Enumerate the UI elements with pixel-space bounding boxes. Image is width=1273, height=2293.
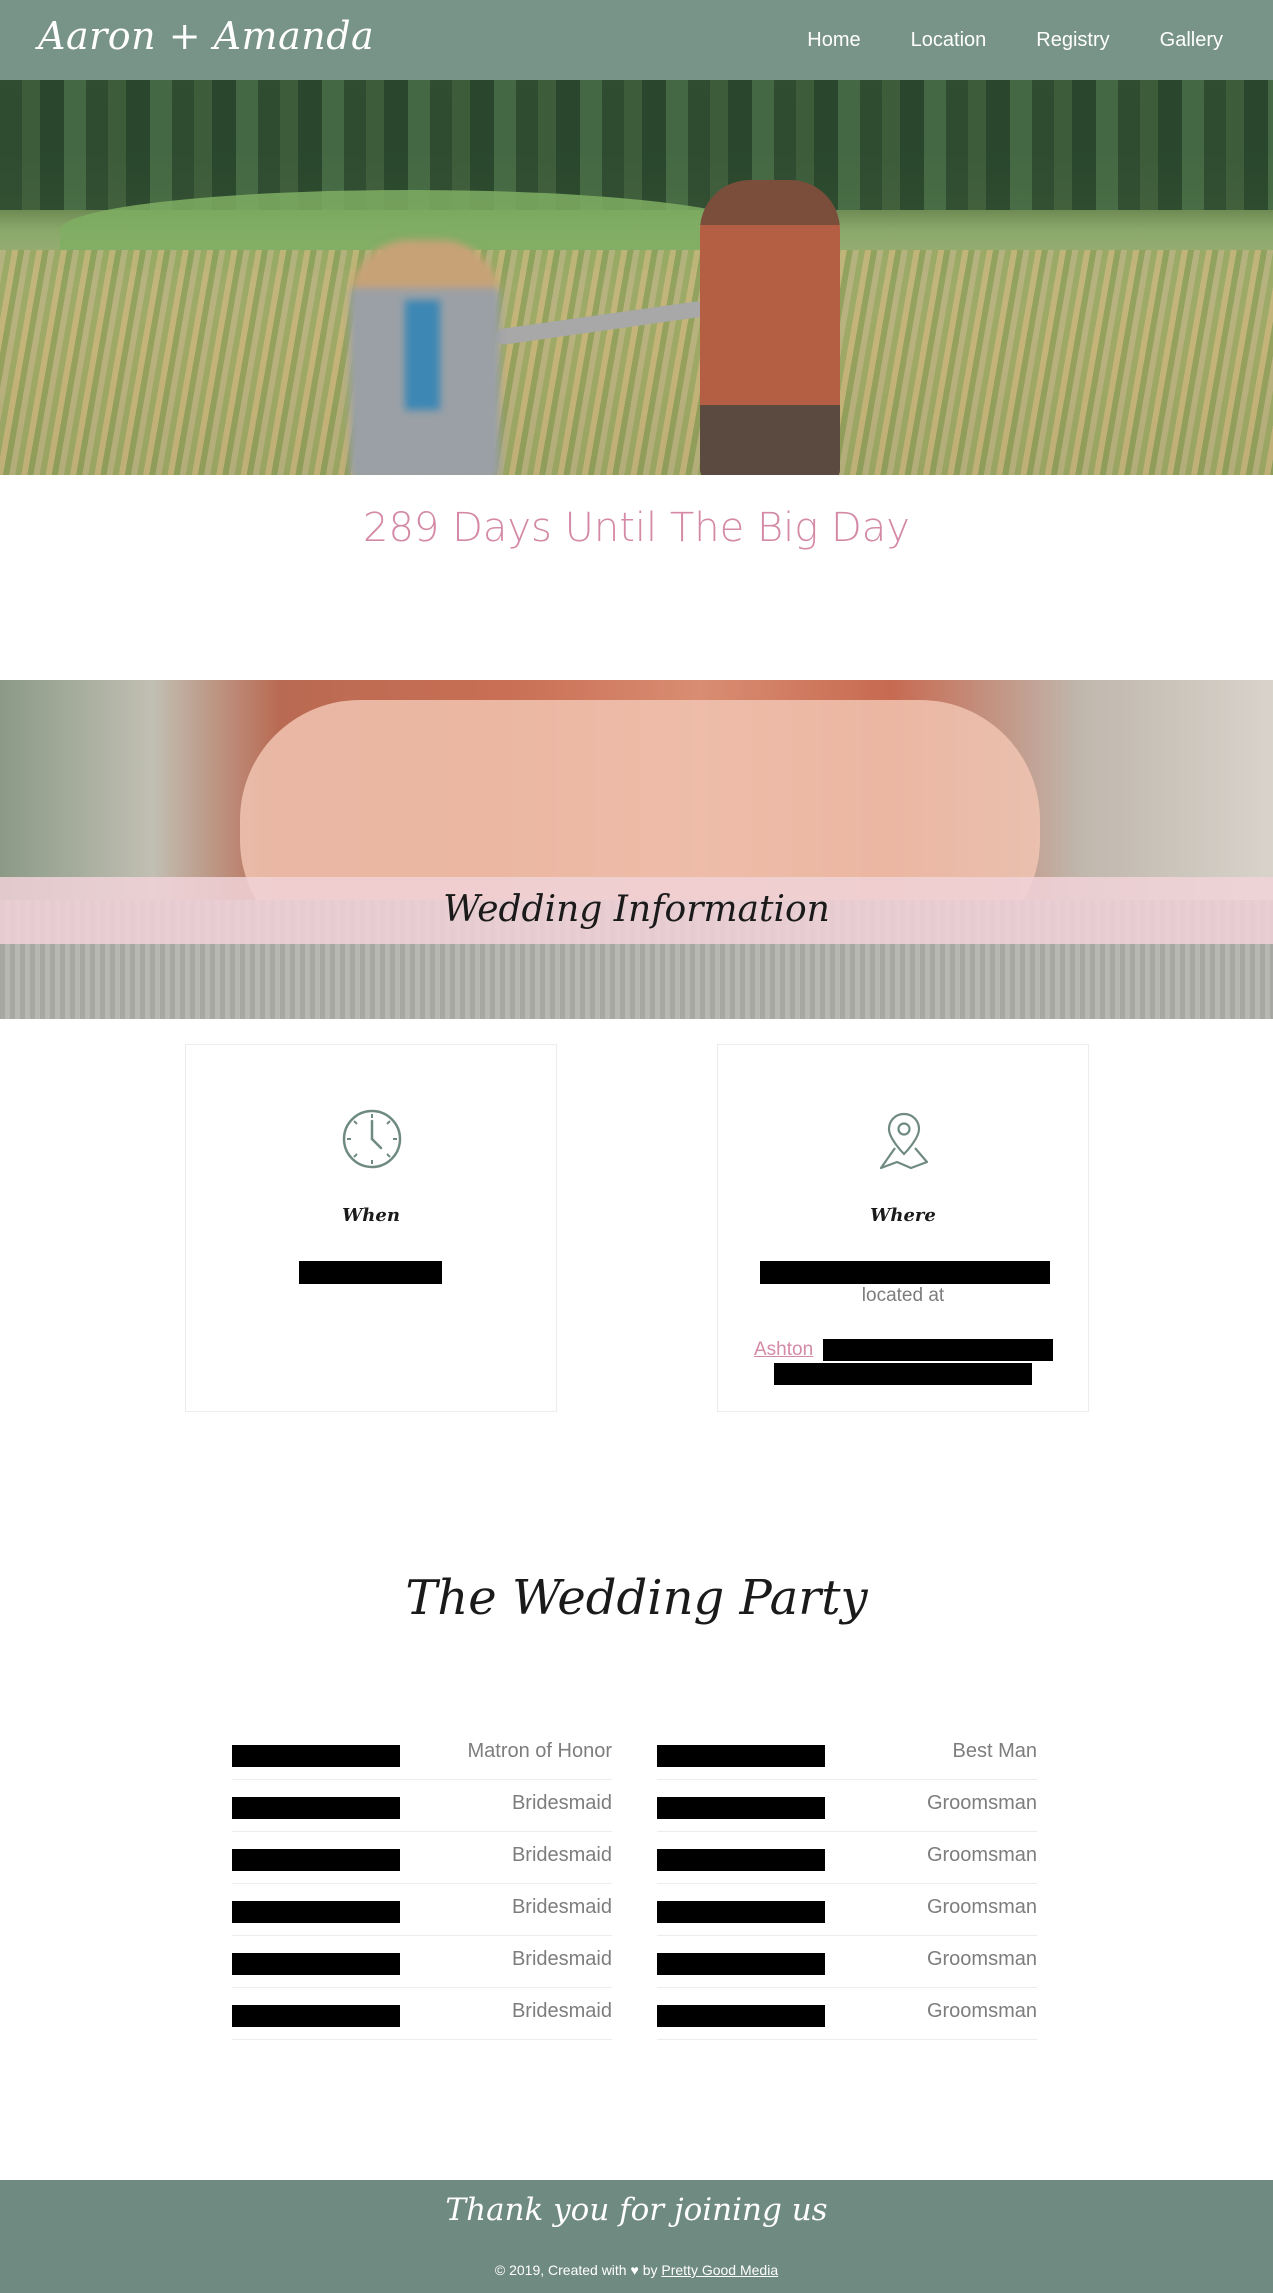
where-name-redacted: [760, 1261, 1050, 1284]
hero-trees: [0, 80, 1273, 210]
where-heading: Where: [870, 1205, 936, 1226]
party-role: Bridesmaid: [511, 1844, 612, 1866]
where-address-redacted-1: [823, 1339, 1053, 1361]
name-redacted: [232, 1953, 400, 1975]
name-redacted: [232, 2005, 400, 2027]
name-redacted: [657, 1849, 825, 1871]
party-role: Best Man: [952, 1740, 1037, 1762]
clock-icon: [342, 1109, 402, 1169]
countdown-text: 289 Days Until The Big Day: [363, 505, 910, 551]
name-redacted: [657, 1901, 825, 1923]
party-role: Groomsman: [926, 1792, 1037, 1814]
list-item: Bridesmaid: [232, 1884, 612, 1936]
copyright-text: © 2019, Created with ♥ by: [494, 2262, 658, 2278]
name-redacted: [232, 1797, 400, 1819]
name-redacted: [657, 1797, 825, 1819]
name-redacted: [232, 1745, 400, 1767]
party-role: Matron of Honor: [467, 1740, 612, 1762]
list-item: Groomsman: [657, 1936, 1037, 1988]
where-card: Where located at Ashton: [717, 1044, 1089, 1412]
list-item: Bridesmaid: [232, 1780, 612, 1832]
nav-registry-link[interactable]: Registry: [1036, 29, 1109, 52]
party-role: Groomsman: [926, 1948, 1037, 1970]
name-redacted: [232, 1901, 400, 1923]
where-address-redacted-2: [774, 1363, 1032, 1385]
site-logo[interactable]: Aaron + Amanda: [38, 14, 374, 58]
party-role: Groomsman: [926, 1896, 1037, 1918]
when-card: When: [185, 1044, 557, 1412]
name-redacted: [657, 1953, 825, 1975]
venue-link[interactable]: Ashton: [754, 1339, 813, 1361]
site-footer: Thank you for joining us © 2019, Created…: [0, 2180, 1273, 2293]
hero-photo: [0, 80, 1273, 475]
hero-scarf: [405, 300, 440, 410]
main-nav: Home Location Registry Gallery: [807, 0, 1223, 80]
footer-thanks: Thank you for joining us: [445, 2192, 828, 2228]
party-role: Bridesmaid: [511, 1948, 612, 1970]
hero-field: [0, 250, 1273, 475]
name-redacted: [232, 1849, 400, 1871]
footer-copyright: © 2019, Created with ♥ by Pretty Good Me…: [0, 2262, 1273, 2278]
located-at-text: located at: [861, 1285, 945, 1306]
list-item: Groomsman: [657, 1884, 1037, 1936]
hero-person-groom: [700, 180, 840, 475]
nav-home-link[interactable]: Home: [807, 29, 860, 52]
list-item: Groomsman: [657, 1780, 1037, 1832]
groom-side-list: Best Man Groomsman Groomsman Groomsman G…: [657, 1728, 1037, 2040]
party-section-title: The Wedding Party: [405, 1570, 868, 1626]
list-item: Groomsman: [657, 1832, 1037, 1884]
list-item: Bridesmaid: [232, 1988, 612, 2040]
info-banner-photo: Wedding Information: [0, 680, 1273, 1019]
party-role: Groomsman: [926, 2000, 1037, 2022]
name-redacted: [657, 1745, 825, 1767]
map-pin-icon: [879, 1112, 929, 1170]
bride-side-list: Matron of Honor Bridesmaid Bridesmaid Br…: [232, 1728, 612, 2040]
nav-gallery-link[interactable]: Gallery: [1160, 29, 1223, 52]
party-role: Groomsman: [926, 1844, 1037, 1866]
list-item: Best Man: [657, 1728, 1037, 1780]
when-date-redacted: [299, 1261, 442, 1284]
credit-link[interactable]: Pretty Good Media: [661, 2262, 778, 2278]
name-redacted: [657, 2005, 825, 2027]
list-item: Bridesmaid: [232, 1832, 612, 1884]
party-role: Bridesmaid: [511, 1792, 612, 1814]
party-role: Bridesmaid: [511, 1896, 612, 1918]
list-item: Groomsman: [657, 1988, 1037, 2040]
nav-location-link[interactable]: Location: [911, 29, 987, 52]
list-item: Matron of Honor: [232, 1728, 612, 1780]
when-heading: When: [342, 1205, 400, 1226]
list-item: Bridesmaid: [232, 1936, 612, 1988]
party-role: Bridesmaid: [511, 2000, 612, 2022]
top-navbar: Aaron + Amanda Home Location Registry Ga…: [0, 0, 1273, 80]
info-section-title: Wedding Information: [443, 889, 830, 930]
hero-person-bride: [350, 240, 500, 475]
